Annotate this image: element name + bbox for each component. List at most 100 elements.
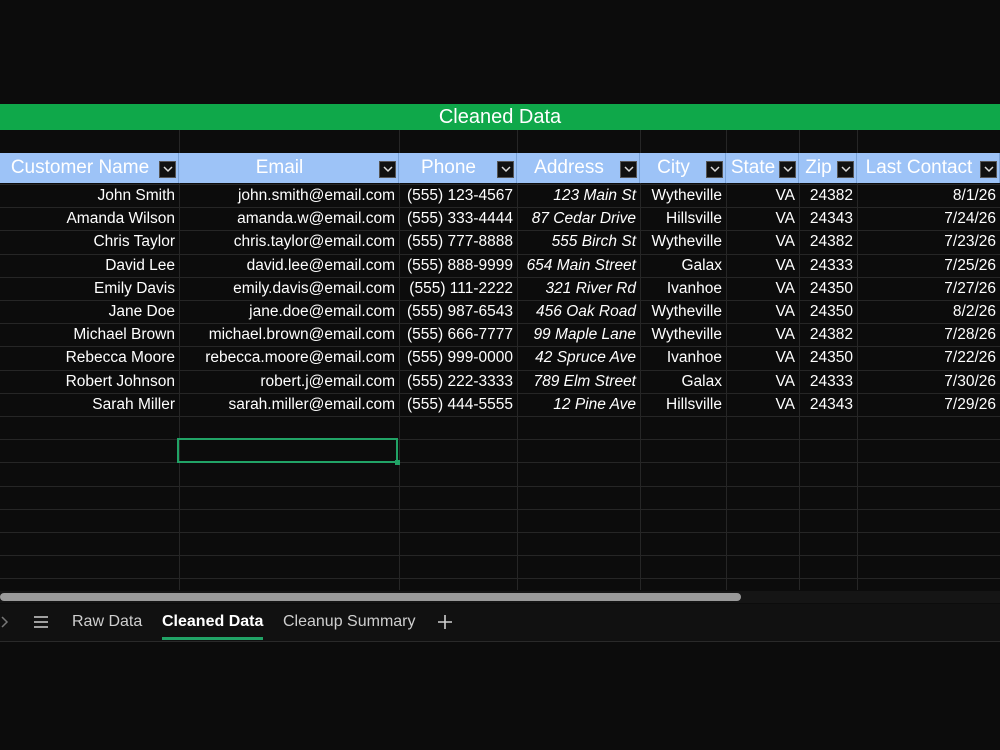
table-cell[interactable]: Hillsville [640,393,726,416]
table-cell[interactable]: 24343 [799,393,857,416]
table-cell[interactable]: jane.doe@email.com [179,300,399,323]
table-cell[interactable]: 24382 [799,230,857,253]
table-cell[interactable]: VA [726,207,799,230]
table-cell[interactable]: 7/30/26 [857,370,1000,393]
filter-dropdown-icon[interactable] [159,161,176,178]
table-cell[interactable]: david.lee@email.com [179,254,399,277]
filter-dropdown-icon[interactable] [706,161,723,178]
table-cell[interactable]: VA [726,277,799,300]
chevron-right-icon[interactable] [0,612,14,632]
table-cell[interactable]: VA [726,300,799,323]
table-cell[interactable]: robert.j@email.com [179,370,399,393]
table-cell[interactable]: VA [726,254,799,277]
table-cell[interactable]: Ivanhoe [640,277,726,300]
filter-dropdown-icon[interactable] [620,161,637,178]
column-header[interactable]: Email [179,153,399,183]
table-cell[interactable]: emily.davis@email.com [179,277,399,300]
table-cell[interactable]: Galax [640,254,726,277]
table-cell[interactable]: VA [726,230,799,253]
table-cell[interactable]: 24350 [799,277,857,300]
spreadsheet-grid[interactable]: Cleaned Data Customer Name Email Phone Addr… [0,0,1000,590]
table-cell[interactable]: 7/22/26 [857,346,1000,369]
tab-cleaned-data[interactable]: Cleaned Data [162,604,264,640]
table-cell[interactable]: 654 Main Street [517,254,640,277]
tab-cleanup-summary[interactable]: Cleanup Summary [283,604,416,640]
table-cell[interactable]: chris.taylor@email.com [179,230,399,253]
table-cell[interactable]: 99 Maple Lane [517,323,640,346]
table-cell[interactable]: (555) 987-6543 [399,300,517,323]
plus-icon[interactable] [435,612,455,632]
table-cell[interactable]: Michael Brown [0,323,179,346]
horizontal-scrollbar-thumb[interactable] [0,593,741,601]
table-cell[interactable]: 7/28/26 [857,323,1000,346]
table-cell[interactable]: sarah.miller@email.com [179,393,399,416]
filter-dropdown-icon[interactable] [379,161,396,178]
table-cell[interactable]: Ivanhoe [640,346,726,369]
table-cell[interactable]: 24350 [799,346,857,369]
table-cell[interactable]: 8/1/26 [857,184,1000,207]
table-cell[interactable]: michael.brown@email.com [179,323,399,346]
table-cell[interactable]: 7/29/26 [857,393,1000,416]
table-cell[interactable]: Emily Davis [0,277,179,300]
table-cell[interactable]: David Lee [0,254,179,277]
table-cell[interactable]: 456 Oak Road [517,300,640,323]
table-cell[interactable]: (555) 111-2222 [399,277,517,300]
table-cell[interactable]: Amanda Wilson [0,207,179,230]
table-cell[interactable]: john.smith@email.com [179,184,399,207]
table-cell[interactable]: (555) 888-9999 [399,254,517,277]
column-header[interactable]: State [726,153,799,183]
column-header[interactable]: City [640,153,726,183]
table-cell[interactable]: (555) 123-4567 [399,184,517,207]
banner-title[interactable]: Cleaned Data [0,104,1000,130]
table-cell[interactable]: VA [726,393,799,416]
table-cell[interactable]: Wytheville [640,323,726,346]
table-cell[interactable]: 789 Elm Street [517,370,640,393]
table-cell[interactable]: VA [726,184,799,207]
table-cell[interactable]: 8/2/26 [857,300,1000,323]
table-cell[interactable]: 7/23/26 [857,230,1000,253]
table-cell[interactable]: Chris Taylor [0,230,179,253]
column-header[interactable]: Customer Name [0,153,179,183]
table-cell[interactable]: amanda.w@email.com [179,207,399,230]
table-cell[interactable]: 555 Birch St [517,230,640,253]
table-cell[interactable]: 24382 [799,184,857,207]
filter-dropdown-icon[interactable] [497,161,514,178]
table-cell[interactable]: VA [726,323,799,346]
table-cell[interactable]: (555) 666-7777 [399,323,517,346]
table-cell[interactable]: 7/27/26 [857,277,1000,300]
table-cell[interactable]: John Smith [0,184,179,207]
column-header[interactable]: Address [517,153,640,183]
table-cell[interactable]: 24382 [799,323,857,346]
filter-dropdown-icon[interactable] [837,161,854,178]
table-cell[interactable]: Wytheville [640,184,726,207]
filter-dropdown-icon[interactable] [980,161,997,178]
table-cell[interactable]: (555) 777-8888 [399,230,517,253]
table-cell[interactable]: 24343 [799,207,857,230]
table-cell[interactable]: (555) 333-4444 [399,207,517,230]
table-cell[interactable]: 24350 [799,300,857,323]
table-cell[interactable]: 7/24/26 [857,207,1000,230]
table-cell[interactable]: Jane Doe [0,300,179,323]
table-cell[interactable]: Robert Johnson [0,370,179,393]
table-cell[interactable]: 321 River Rd [517,277,640,300]
filter-dropdown-icon[interactable] [779,161,796,178]
table-cell[interactable]: Wytheville [640,300,726,323]
column-header[interactable]: Last Contact [857,153,1000,183]
table-cell[interactable]: Hillsville [640,207,726,230]
table-cell[interactable]: 123 Main St [517,184,640,207]
table-cell[interactable]: rebecca.moore@email.com [179,346,399,369]
table-cell[interactable]: (555) 222-3333 [399,370,517,393]
table-cell[interactable]: 42 Spruce Ave [517,346,640,369]
table-cell[interactable]: Wytheville [640,230,726,253]
table-cell[interactable]: Galax [640,370,726,393]
tab-raw-data[interactable]: Raw Data [72,604,142,640]
table-cell[interactable]: Rebecca Moore [0,346,179,369]
table-cell[interactable]: 12 Pine Ave [517,393,640,416]
table-cell[interactable]: 24333 [799,254,857,277]
table-cell[interactable]: Sarah Miller [0,393,179,416]
table-cell[interactable]: (555) 999-0000 [399,346,517,369]
table-cell[interactable]: 7/25/26 [857,254,1000,277]
column-header[interactable]: Zip [799,153,857,183]
hamburger-icon[interactable] [31,612,51,632]
table-cell[interactable]: (555) 444-5555 [399,393,517,416]
